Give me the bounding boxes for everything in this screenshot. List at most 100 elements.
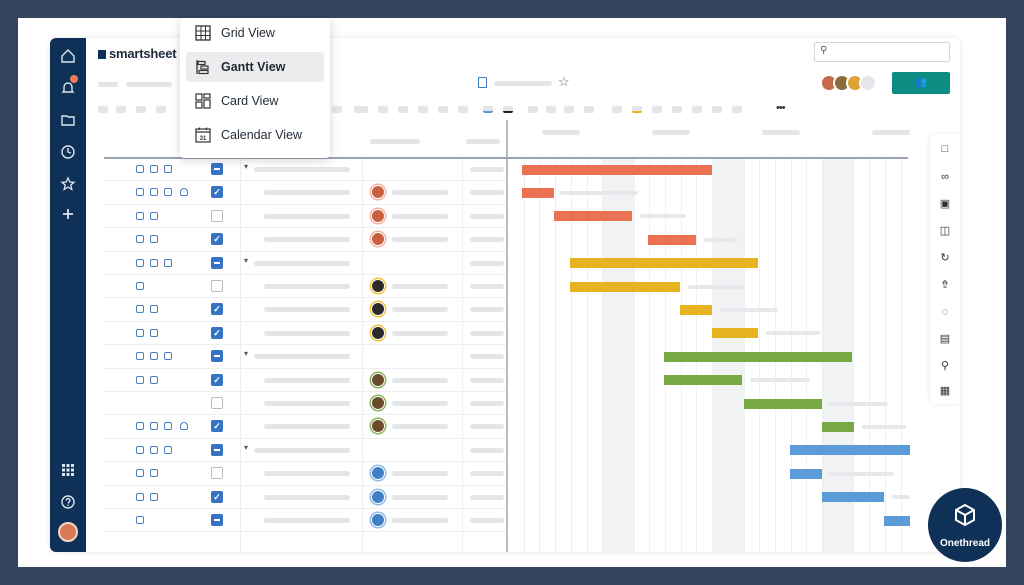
- toolbar-button[interactable]: [712, 106, 722, 113]
- toolbar-button[interactable]: [652, 106, 662, 113]
- table-row[interactable]: [104, 275, 506, 299]
- done-checkbox[interactable]: ✓: [211, 326, 223, 339]
- gantt-bar[interactable]: [648, 234, 696, 245]
- comment-icon[interactable]: [150, 328, 158, 337]
- image-icon[interactable]: ▦: [938, 384, 952, 398]
- proofs-icon[interactable]: ▣: [938, 197, 952, 211]
- search-input[interactable]: ⚲: [814, 42, 950, 62]
- toolbar-button[interactable]: [692, 106, 702, 113]
- share-button[interactable]: 👥: [892, 72, 950, 94]
- table-row[interactable]: ✓: [104, 298, 506, 322]
- table-row[interactable]: ▾: [104, 158, 506, 182]
- toolbar-button[interactable]: [584, 106, 594, 113]
- gantt-bar[interactable]: [554, 211, 632, 222]
- attachment-icon[interactable]: [136, 445, 144, 454]
- favorite-star-icon[interactable]: ☆: [558, 74, 570, 90]
- attachment-icon[interactable]: [136, 422, 144, 431]
- comment-icon[interactable]: [150, 188, 158, 197]
- recents-clock-icon[interactable]: [58, 142, 78, 162]
- notifications-icon[interactable]: [58, 75, 78, 98]
- attachment-icon[interactable]: [136, 516, 144, 524]
- assignee-avatar[interactable]: [371, 466, 385, 481]
- gantt-bar[interactable]: [744, 398, 822, 409]
- attachments-link-icon[interactable]: ∞: [938, 170, 952, 184]
- update-requests-icon[interactable]: ◌: [938, 305, 952, 319]
- collapse-caret-icon[interactable]: ▾: [244, 256, 248, 265]
- toolbar-button[interactable]: [564, 106, 574, 113]
- toolbar-button[interactable]: [732, 106, 742, 113]
- table-row[interactable]: ▾: [104, 252, 506, 275]
- table-row[interactable]: [104, 509, 506, 533]
- toolbar-button[interactable]: [378, 106, 388, 113]
- comment-icon[interactable]: [150, 422, 158, 431]
- toolbar-button[interactable]: [546, 106, 556, 113]
- assignee-avatar[interactable]: [371, 396, 385, 410]
- table-row[interactable]: ✓: [104, 486, 506, 509]
- publish-icon[interactable]: ⇮: [938, 278, 952, 292]
- create-plus-icon[interactable]: [58, 204, 78, 224]
- assignee-avatar[interactable]: [371, 208, 385, 223]
- comment-icon[interactable]: [150, 492, 158, 501]
- text-color-button[interactable]: [483, 106, 493, 113]
- done-checkbox[interactable]: ✓: [211, 420, 223, 433]
- assignee-avatar[interactable]: [371, 279, 385, 293]
- comment-icon[interactable]: [150, 375, 158, 384]
- collapse-caret-icon[interactable]: ▾: [244, 443, 248, 452]
- folder-icon[interactable]: [58, 110, 78, 130]
- attachment-icon[interactable]: [136, 211, 144, 220]
- toolbar-button[interactable]: [438, 106, 448, 113]
- gantt-bar[interactable]: [522, 187, 554, 198]
- table-row[interactable]: [104, 392, 506, 416]
- gantt-bar[interactable]: [570, 258, 758, 269]
- done-checkbox[interactable]: [211, 209, 223, 222]
- assignee-avatar[interactable]: [371, 185, 385, 200]
- gantt-bar[interactable]: [664, 351, 852, 362]
- gantt-bar[interactable]: [790, 445, 910, 456]
- table-row[interactable]: ✓: [104, 181, 506, 205]
- gantt-bar[interactable]: [570, 281, 680, 292]
- comment-icon[interactable]: [150, 469, 158, 478]
- comment-icon[interactable]: [150, 165, 158, 173]
- done-checkbox[interactable]: [211, 397, 223, 409]
- comment-icon[interactable]: [150, 445, 158, 454]
- done-checkbox[interactable]: [211, 443, 223, 456]
- comments-icon[interactable]: □: [938, 142, 952, 156]
- done-checkbox[interactable]: [211, 350, 223, 363]
- done-checkbox[interactable]: [211, 256, 223, 269]
- proof-icon[interactable]: [164, 352, 172, 361]
- table-row[interactable]: ✓: [104, 369, 506, 392]
- attachment-icon[interactable]: [136, 188, 144, 197]
- toolbar-button[interactable]: [98, 106, 108, 113]
- assignee-avatar[interactable]: [371, 325, 385, 340]
- menu-item-calendar-view[interactable]: 31 Calendar View: [186, 120, 324, 150]
- reminder-bell-icon[interactable]: [180, 188, 188, 197]
- home-icon[interactable]: [58, 46, 78, 66]
- assignee-avatar[interactable]: [371, 513, 385, 527]
- toolbar-button[interactable]: [528, 106, 538, 113]
- assignee-avatar[interactable]: [371, 232, 385, 247]
- done-checkbox[interactable]: [211, 163, 223, 175]
- menu-item-grid-view[interactable]: Grid View: [186, 18, 324, 48]
- comment-icon[interactable]: [150, 352, 158, 361]
- toolbar-button[interactable]: [354, 106, 368, 113]
- toolbar-button[interactable]: [458, 106, 468, 113]
- toolbar-button[interactable]: [672, 106, 682, 113]
- attachment-icon[interactable]: [136, 282, 144, 290]
- summary-icon[interactable]: ◫: [938, 224, 952, 238]
- comment-icon[interactable]: [150, 235, 158, 244]
- menu-item-card-view[interactable]: Card View: [186, 86, 324, 116]
- gantt-bar[interactable]: [680, 304, 712, 315]
- attachment-icon[interactable]: [136, 352, 144, 361]
- attachment-icon[interactable]: [136, 492, 144, 501]
- done-checkbox[interactable]: ✓: [211, 233, 223, 246]
- gantt-bar[interactable]: [884, 515, 910, 526]
- smartsheet-logo[interactable]: smartsheet: [98, 46, 177, 61]
- attachment-icon[interactable]: [136, 235, 144, 244]
- gantt-bar[interactable]: [522, 164, 712, 175]
- toolbar-button[interactable]: [156, 106, 166, 113]
- comment-icon[interactable]: [150, 258, 158, 267]
- toolbar-button[interactable]: [398, 106, 408, 113]
- menu-item-gantt-view[interactable]: Gantt View: [186, 52, 324, 82]
- proof-icon[interactable]: [164, 445, 172, 454]
- help-icon[interactable]: [58, 492, 78, 512]
